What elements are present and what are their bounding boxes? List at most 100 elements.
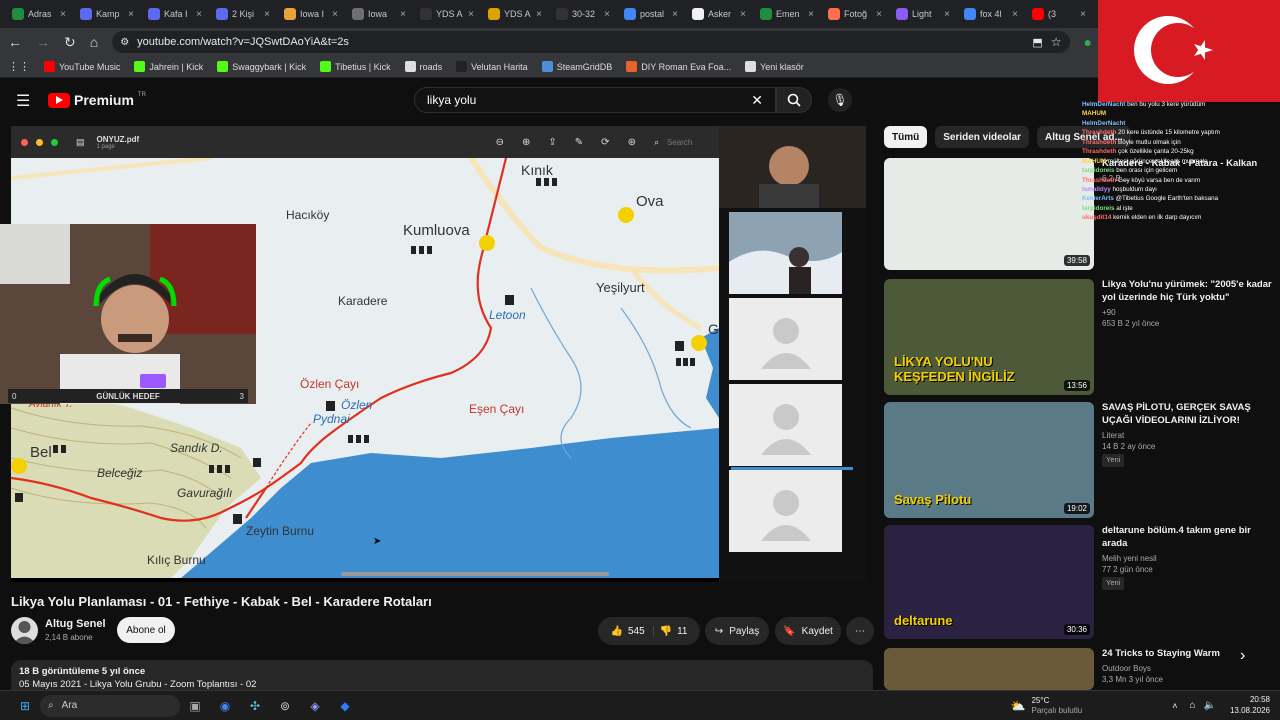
filter-chip[interactable]: Tümü bbox=[884, 126, 928, 148]
clear-search-icon[interactable]: ✕ bbox=[751, 92, 763, 109]
browser-tab[interactable]: Emen × bbox=[754, 2, 820, 26]
video-thumbnail[interactable]: Savaş Pilotu 19:02 bbox=[884, 402, 1094, 518]
browser-tab[interactable]: Light × bbox=[890, 2, 956, 26]
chat-username: HelmDerNacht bbox=[1082, 101, 1126, 108]
browser-tab[interactable]: postal × bbox=[618, 2, 684, 26]
address-bar[interactable]: ⚙ youtube.com/watch?v=JQSwtDAoYiA&t=2s ⬒… bbox=[112, 31, 1070, 53]
discord-icon[interactable]: ◈ bbox=[305, 696, 325, 716]
tab-close-icon[interactable]: × bbox=[536, 9, 542, 20]
browser-tab[interactable]: (3 × bbox=[1026, 2, 1092, 26]
filter-chip[interactable]: Seriden videolar bbox=[935, 126, 1030, 148]
network-icon[interactable]: ⌂ bbox=[1189, 700, 1195, 711]
browser-tab[interactable]: Asker × bbox=[686, 2, 752, 26]
taskbar-search[interactable]: ⌕ Ara bbox=[40, 694, 180, 717]
dislike-button[interactable]: 👎 11 bbox=[660, 626, 688, 637]
menu-icon[interactable]: ☰ bbox=[16, 91, 30, 111]
browser-tab[interactable]: 2 Kişi × bbox=[210, 2, 276, 26]
video-thumbnail[interactable] bbox=[884, 648, 1094, 690]
stop-marker bbox=[691, 335, 707, 351]
tab-close-icon[interactable]: × bbox=[1080, 9, 1086, 20]
chat-text: çok özellikle çanta 20-25kg bbox=[1118, 148, 1194, 156]
video-progress-bar[interactable] bbox=[731, 467, 853, 470]
bookmark-item[interactable]: Tibetius | Kick bbox=[320, 61, 391, 72]
browser-tab[interactable]: YDS A × bbox=[414, 2, 480, 26]
recommendation-item[interactable]: 24 Tricks to Staying Warm Outdoor Boys 3,3… bbox=[884, 648, 1274, 690]
search-input[interactable]: likya yolu ✕ bbox=[414, 87, 776, 113]
video-thumbnail[interactable]: LİKYA YOLU'NU KEŞFEDEN İNGİLİZ 13:56 bbox=[884, 279, 1094, 395]
save-button[interactable]: 🔖 Kaydet bbox=[775, 617, 841, 645]
browser-tab[interactable]: Kamp × bbox=[74, 2, 140, 26]
site-info-icon[interactable]: ⚙ bbox=[120, 37, 129, 48]
browser-tab[interactable]: fox 4l × bbox=[958, 2, 1024, 26]
tab-close-icon[interactable]: × bbox=[808, 9, 814, 20]
tab-close-icon[interactable]: × bbox=[128, 9, 134, 20]
poi-icon bbox=[15, 493, 23, 502]
tab-close-icon[interactable]: × bbox=[264, 9, 270, 20]
bookmark-item[interactable]: YouTube Music bbox=[44, 61, 120, 72]
browser-tab[interactable]: 30-32 × bbox=[550, 2, 616, 26]
app-icon[interactable]: ⊚ bbox=[275, 696, 295, 716]
clock[interactable]: 20:58 13.08.2026 bbox=[1230, 695, 1270, 716]
youtube-logo[interactable]: Premium TR bbox=[48, 92, 146, 108]
tab-close-icon[interactable]: × bbox=[468, 9, 474, 20]
recommendation-item[interactable]: LİKYA YOLU'NU KEŞFEDEN İNGİLİZ 13:56 Likya… bbox=[884, 279, 1274, 395]
file-explorer-icon[interactable]: ▣ bbox=[185, 696, 205, 716]
bookmark-item[interactable]: Velutan Harita bbox=[456, 61, 528, 72]
browser-tab[interactable]: Kafa I × bbox=[142, 2, 208, 26]
like-button[interactable]: 👍 545 bbox=[611, 625, 654, 637]
recommendation-item[interactable]: Savaş Pilotu 19:02 SAVAŞ PİLOTU, GERÇEK SA… bbox=[884, 402, 1274, 518]
video-thumbnail[interactable]: deltarune 30:36 bbox=[884, 525, 1094, 639]
volume-icon[interactable]: 🔈 bbox=[1204, 700, 1216, 711]
apps-icon[interactable]: ⋮⋮ bbox=[8, 60, 30, 73]
subscribe-button[interactable]: Abone ol bbox=[117, 617, 175, 643]
install-icon[interactable]: ⬒ bbox=[1032, 36, 1042, 49]
browser-tab[interactable]: Adras × bbox=[6, 2, 72, 26]
home-icon[interactable]: ⌂ bbox=[90, 34, 98, 50]
rec-title: 24 Tricks to Staying Warm bbox=[1102, 648, 1220, 659]
bookmark-item[interactable]: Swaggybark | Kick bbox=[217, 61, 306, 72]
youtube-play-icon bbox=[48, 92, 70, 108]
mic-icon[interactable]: 🎙 bbox=[828, 88, 852, 112]
browser-tab[interactable]: YDS A × bbox=[482, 2, 548, 26]
browser-tab[interactable]: Fotoğ × bbox=[822, 2, 888, 26]
reload-icon[interactable]: ↻ bbox=[64, 34, 76, 51]
bookmark-item[interactable]: Yeni klasör bbox=[745, 61, 804, 72]
tab-close-icon[interactable]: × bbox=[876, 9, 882, 20]
tab-close-icon[interactable]: × bbox=[740, 9, 746, 20]
description-text: 05 Mayıs 2021 - Likya Yolu Grubu - Zoom … bbox=[19, 679, 257, 690]
share-button[interactable]: ↪ Paylaş bbox=[705, 617, 769, 645]
start-icon[interactable]: ⊞ bbox=[15, 696, 35, 716]
share-arrow-icon: ↪ bbox=[714, 625, 724, 637]
bookmark-item[interactable]: DIY Roman Eva Foa... bbox=[626, 61, 731, 72]
goal-target: 3 bbox=[239, 391, 244, 401]
tab-close-icon[interactable]: × bbox=[944, 9, 950, 20]
bookmark-item[interactable]: SteamGridDB bbox=[541, 61, 612, 72]
tab-close-icon[interactable]: × bbox=[60, 9, 66, 20]
back-icon[interactable]: ← bbox=[8, 34, 22, 50]
channel-name[interactable]: Altug Senel bbox=[45, 618, 106, 630]
bookmark-star-icon[interactable]: ☆ bbox=[1051, 35, 1062, 49]
tab-close-icon[interactable]: × bbox=[672, 9, 678, 20]
bookmark-item[interactable]: Jahrein | Kick bbox=[134, 61, 203, 72]
tab-close-icon[interactable]: × bbox=[332, 9, 338, 20]
tab-close-icon[interactable]: × bbox=[1012, 9, 1018, 20]
next-arrow-icon[interactable]: › bbox=[1240, 647, 1245, 665]
more-actions-button[interactable]: ⋯ bbox=[846, 617, 874, 645]
tab-close-icon[interactable]: × bbox=[400, 9, 406, 20]
browser-tab[interactable]: Iowa × bbox=[346, 2, 412, 26]
bookmark-item[interactable]: roads bbox=[404, 61, 442, 72]
video-thumbnail[interactable]: 39:58 bbox=[884, 158, 1094, 270]
app-icon[interactable]: ◆ bbox=[335, 696, 355, 716]
extension-icon[interactable]: ● bbox=[1084, 34, 1092, 50]
tab-close-icon[interactable]: × bbox=[196, 9, 202, 20]
tray-chevron-icon[interactable]: ˄ bbox=[1172, 701, 1177, 711]
tab-favicon-icon bbox=[624, 8, 636, 20]
recommendation-item[interactable]: deltarune 30:36 deltarune bölüm.4 takım ge… bbox=[884, 525, 1274, 639]
channel-avatar[interactable] bbox=[11, 617, 38, 644]
app-icon[interactable]: ✣ bbox=[245, 696, 265, 716]
browser-tab[interactable]: Iowa I × bbox=[278, 2, 344, 26]
tab-close-icon[interactable]: × bbox=[604, 9, 610, 20]
search-button[interactable] bbox=[776, 87, 812, 113]
forward-icon[interactable]: → bbox=[36, 34, 50, 50]
chrome-icon[interactable]: ◉ bbox=[215, 696, 235, 716]
